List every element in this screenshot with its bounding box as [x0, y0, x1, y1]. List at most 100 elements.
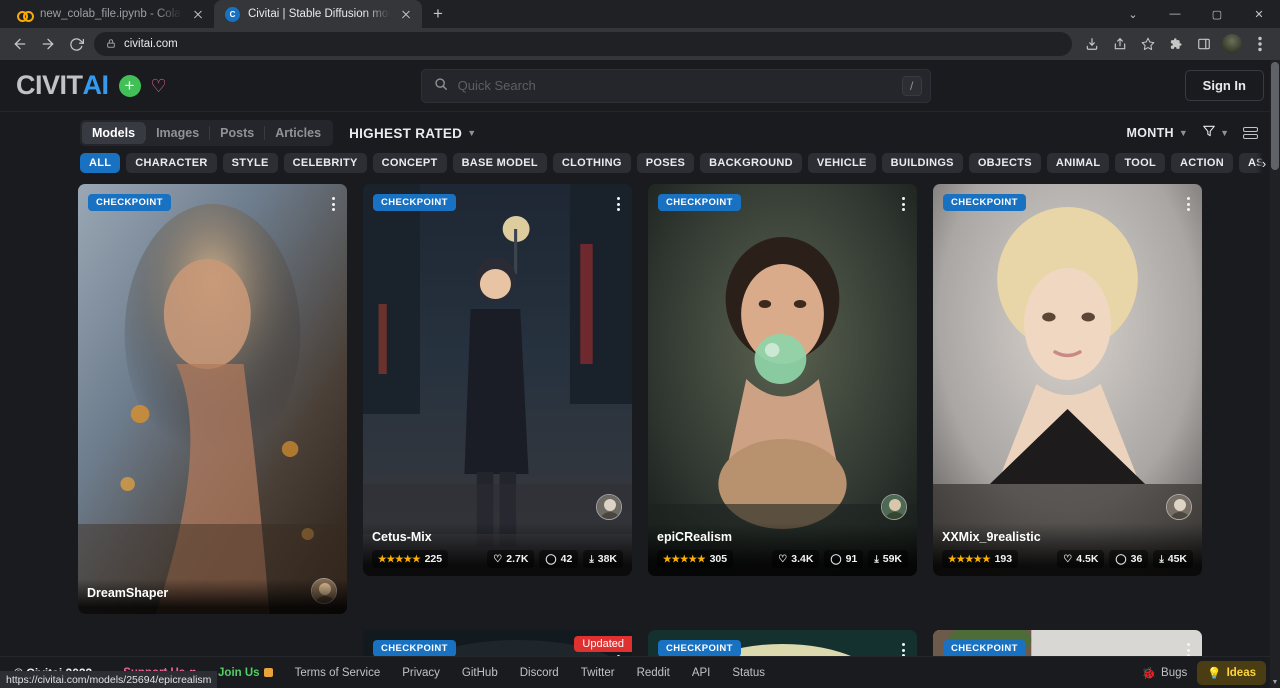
search-input[interactable]: [458, 78, 892, 93]
site-header: CIVITAI + ♡ / Sign In: [0, 60, 1280, 112]
avatar[interactable]: [881, 494, 907, 520]
tag-animal[interactable]: ANIMAL: [1047, 153, 1110, 173]
footer-link-join-us[interactable]: Join Us: [218, 667, 273, 679]
create-button[interactable]: +: [119, 75, 141, 97]
civitai-logo[interactable]: CIVITAI: [16, 70, 109, 101]
model-thumbnail: [363, 184, 632, 576]
model-card[interactable]: CHECKPOINT Updated: [363, 630, 632, 656]
footer-link-privacy[interactable]: Privacy: [402, 667, 440, 679]
tag-background[interactable]: BACKGROUND: [700, 153, 802, 173]
footer-link-label: Join Us: [218, 667, 260, 679]
badge-icon: [264, 668, 273, 677]
bugs-button[interactable]: 🐞 Bugs: [1142, 666, 1188, 680]
heart-icon[interactable]: ♡: [151, 77, 167, 95]
forward-icon[interactable]: [34, 30, 62, 58]
install-icon[interactable]: [1078, 30, 1106, 58]
card-type-badge: CHECKPOINT: [658, 640, 741, 656]
card-menu-icon[interactable]: [899, 640, 908, 656]
downloads-pill: ⤓ 45K: [1153, 550, 1193, 568]
tag-celebrity[interactable]: CELEBRITY: [284, 153, 367, 173]
model-card[interactable]: CHECKPOINT: [933, 630, 1202, 656]
footer-link-reddit[interactable]: Reddit: [637, 667, 670, 679]
address-bar[interactable]: civitai.com: [94, 32, 1072, 56]
profile-avatar[interactable]: [1218, 30, 1246, 58]
tag-character[interactable]: CHARACTER: [126, 153, 216, 173]
content-type-tabs: Models Images Posts Articles: [80, 120, 333, 146]
back-icon[interactable]: [6, 30, 34, 58]
tag-buildings[interactable]: BUILDINGS: [882, 153, 963, 173]
model-card[interactable]: CHECKPOINT Cetus-Mix ★★★★★ 225: [363, 184, 632, 576]
chevron-down-icon: ▼: [1220, 128, 1229, 138]
avatar[interactable]: [1166, 494, 1192, 520]
card-stats: ★★★★★ 225 ♡ 2.7K ◯ 42: [372, 550, 623, 568]
tag-all[interactable]: ALL: [80, 153, 120, 173]
extensions-icon[interactable]: [1162, 30, 1190, 58]
model-card[interactable]: CHECKPOINT epiCRealism ★★★★★ 305: [648, 184, 917, 576]
scrollbar-thumb[interactable]: [1271, 62, 1279, 170]
card-menu-icon[interactable]: [1184, 194, 1193, 214]
page-scrollbar[interactable]: ▼: [1270, 60, 1280, 688]
period-dropdown[interactable]: MONTH ▼: [1127, 126, 1189, 140]
tag-clothing[interactable]: CLOTHING: [553, 153, 631, 173]
comments-count: 42: [561, 553, 573, 565]
close-window-icon[interactable]: ✕: [1238, 0, 1280, 28]
tab-search-icon[interactable]: ⌄: [1112, 0, 1154, 28]
tab-posts[interactable]: Posts: [210, 122, 264, 144]
tag-vehicle[interactable]: VEHICLE: [808, 153, 876, 173]
layout-toggle-icon[interactable]: [1243, 127, 1258, 140]
ideas-button[interactable]: 💡 Ideas: [1197, 661, 1266, 685]
card-menu-icon[interactable]: [614, 652, 623, 656]
footer-link-api[interactable]: API: [692, 667, 711, 679]
tab-models[interactable]: Models: [82, 122, 145, 144]
sign-in-button[interactable]: Sign In: [1185, 70, 1264, 101]
tag-poses[interactable]: POSES: [637, 153, 694, 173]
share-icon[interactable]: [1106, 30, 1134, 58]
comment-icon: ◯: [545, 554, 556, 565]
footer-link-discord[interactable]: Discord: [520, 667, 559, 679]
footer-link-github[interactable]: GitHub: [462, 667, 498, 679]
avatar[interactable]: [596, 494, 622, 520]
tab-images[interactable]: Images: [146, 122, 209, 144]
card-footer: XXMix_9realistic ★★★★★ 193 ♡ 4.5K: [933, 523, 1202, 576]
tag-style[interactable]: STYLE: [223, 153, 278, 173]
browser-tab-colab[interactable]: new_colab_file.ipynb - Colaboratory: [6, 0, 214, 28]
search-box[interactable]: /: [421, 69, 931, 103]
browser-tab-civitai[interactable]: C Civitai | Stable Diffusion models,: [214, 0, 422, 28]
sort-dropdown[interactable]: HIGHEST RATED ▼: [349, 126, 476, 141]
footer-link-terms[interactable]: Terms of Service: [295, 667, 381, 679]
model-card[interactable]: CHECKPOINT: [648, 630, 917, 656]
maximize-icon[interactable]: ▢: [1196, 0, 1238, 28]
tag-action[interactable]: ACTION: [1171, 153, 1233, 173]
card-stats: ★★★★★ 305 ♡ 3.4K ◯ 91: [657, 550, 908, 568]
minimize-icon[interactable]: —: [1154, 0, 1196, 28]
rating-pill: ★★★★★ 225: [372, 550, 448, 568]
model-card[interactable]: CHECKPOINT DreamShaper: [78, 184, 347, 614]
card-menu-icon[interactable]: [899, 194, 908, 214]
tag-concept[interactable]: CONCEPT: [373, 153, 447, 173]
card-type-badge: CHECKPOINT: [373, 640, 456, 656]
tag-objects[interactable]: OBJECTS: [969, 153, 1041, 173]
tag-filter-bar: ALL CHARACTER STYLE CELEBRITY CONCEPT BA…: [0, 150, 1280, 176]
new-tab-button[interactable]: +: [424, 0, 452, 28]
filter-button[interactable]: ▼: [1202, 124, 1229, 143]
side-panel-icon[interactable]: [1190, 30, 1218, 58]
reload-icon[interactable]: [62, 30, 90, 58]
comments-count: 36: [1131, 553, 1143, 565]
footer-link-status[interactable]: Status: [732, 667, 765, 679]
model-thumbnail: [648, 184, 917, 576]
card-menu-icon[interactable]: [614, 194, 623, 214]
card-footer: epiCRealism ★★★★★ 305 ♡ 3.4K ◯: [648, 523, 917, 576]
model-card[interactable]: CHECKPOINT XXMix_9realistic ★★★★★ 193: [933, 184, 1202, 576]
scroll-down-icon[interactable]: ▼: [1271, 679, 1279, 686]
tag-tool[interactable]: TOOL: [1115, 153, 1165, 173]
close-icon[interactable]: [190, 6, 206, 22]
close-icon[interactable]: [398, 6, 414, 22]
card-menu-icon[interactable]: [329, 194, 338, 214]
bookmark-star-icon[interactable]: [1134, 30, 1162, 58]
card-menu-icon[interactable]: [1184, 640, 1193, 656]
tab-articles[interactable]: Articles: [265, 122, 331, 144]
logo-text-civit: CIVIT: [16, 70, 83, 101]
chrome-menu-icon[interactable]: [1246, 30, 1274, 58]
footer-link-twitter[interactable]: Twitter: [581, 667, 615, 679]
tag-base-model[interactable]: BASE MODEL: [453, 153, 547, 173]
